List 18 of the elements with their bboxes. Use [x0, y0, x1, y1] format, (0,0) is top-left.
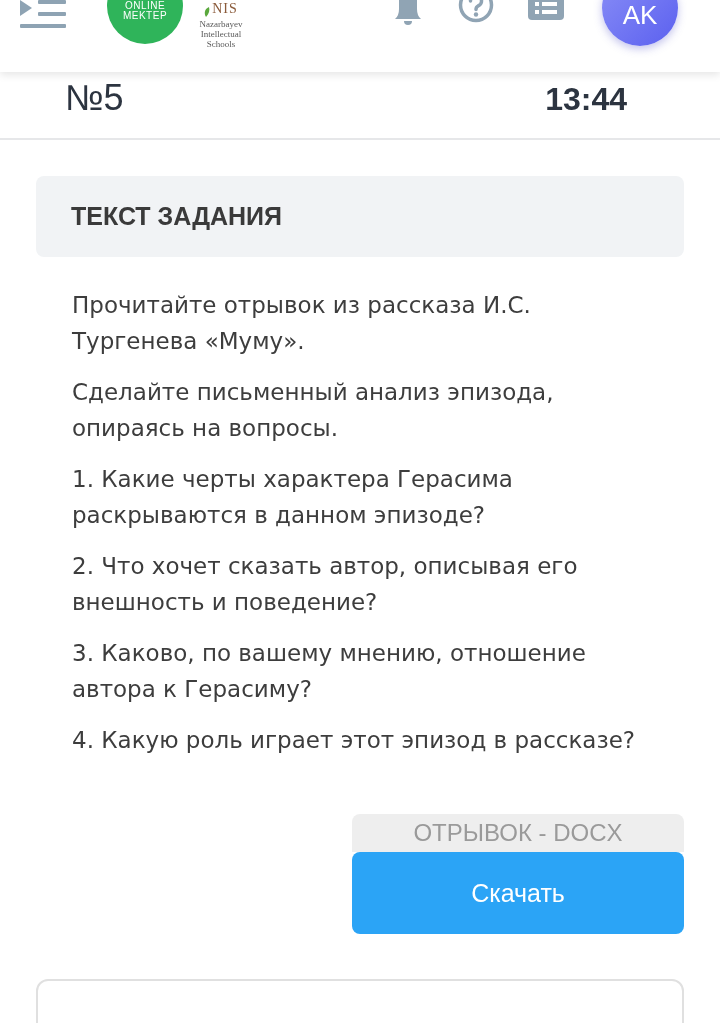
- leaf-icon: [204, 7, 211, 17]
- task-paragraph: 4. Какую роль играет этот эпизод в рассказе?: [72, 726, 637, 755]
- time-text: 13:44: [545, 80, 627, 118]
- user-avatar[interactable]: AK: [602, 0, 678, 46]
- task-paragraph: 1. Какие черты характера Герасима раскрываются в данном эпизоде?: [72, 465, 514, 530]
- task-paragraph: 3. Каково, по вашему мнению, отношение автора к Герасиму?: [72, 639, 587, 704]
- logo-badge[interactable]: ONLINE MEKTEP: [107, 0, 183, 44]
- task-paragraph: Сделайте письменный анализ эпизода, опираясь на вопросы.: [72, 378, 555, 443]
- partner-logo-text: NIS: [212, 1, 238, 17]
- partner-logo-caption: Nazarbayev Intellectual Schools: [198, 19, 244, 49]
- bell-icon[interactable]: [393, 0, 423, 25]
- task-paragraph: 2. Что хочет сказать автор, описывая его внешность и поведение?: [72, 552, 579, 617]
- lesson-number: №5: [65, 78, 124, 118]
- task-title: ТЕКСТ ЗАДАНИЯ: [71, 202, 283, 231]
- file-name-label: ОТРЫВОК - DOCX: [352, 814, 684, 852]
- download-button[interactable]: Скачать: [352, 852, 684, 934]
- task-paragraph: Прочитайте отрывок из рассказа И.С. Тургенева «Муму».: [72, 291, 532, 356]
- menu-icon[interactable]: [20, 0, 66, 28]
